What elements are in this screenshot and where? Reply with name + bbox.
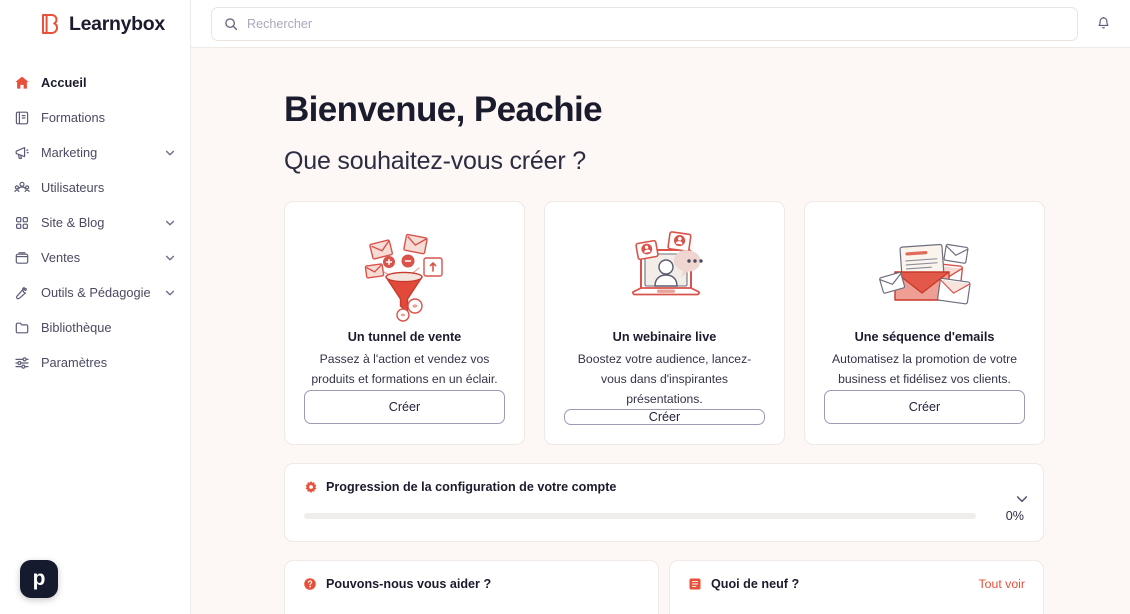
sales-funnel-illustration-icon <box>305 220 504 324</box>
progress-header: Progression de la configuration de votre… <box>304 480 1024 494</box>
folder-icon <box>14 320 30 336</box>
progress-percent-label: 0% <box>1005 509 1024 523</box>
search-icon <box>224 17 238 31</box>
sidebar-item-label: Site & Blog <box>41 215 105 230</box>
main-area: Bienvenue, Peachie Que souhaitez-vous cr… <box>191 0 1130 614</box>
bottom-cards-row: Pouvons-nous vous aider ? Quoi de neuf ?… <box>284 560 1130 614</box>
sidebar-item-site-blog[interactable]: Site & Blog <box>0 205 190 240</box>
chevron-down-icon[interactable] <box>164 252 176 264</box>
whats-new-card: Quoi de neuf ? Tout voir <box>669 560 1044 614</box>
create-button[interactable]: Créer <box>304 389 505 424</box>
sidebar-item-bibliotheque[interactable]: Bibliothèque <box>0 310 190 345</box>
brand-name: Learnybox <box>69 12 165 35</box>
page-content: Bienvenue, Peachie Que souhaitez-vous cr… <box>191 48 1130 614</box>
sidebar-item-outils-pedagogie[interactable]: Outils & Pédagogie <box>0 275 190 310</box>
search-box[interactable] <box>211 6 1078 41</box>
sidebar-nav: Accueil Formations Marketing Utilisateur… <box>0 48 190 380</box>
sidebar-item-label: Bibliothèque <box>41 320 112 335</box>
question-circle-icon <box>303 577 317 591</box>
create-card-webinaire-live[interactable]: Un webinaire live Boostez votre audience… <box>544 201 785 445</box>
page-subtitle: Que souhaitez-vous créer ? <box>284 147 586 175</box>
create-card-description: Automatisez la promotion de votre busine… <box>832 352 1017 386</box>
sidebar-item-label: Accueil <box>41 75 87 90</box>
users-icon <box>14 180 30 196</box>
sidebar-item-label: Utilisateurs <box>41 180 105 195</box>
create-card-sequence-emails[interactable]: Une séquence d'emails Automatisez la pro… <box>804 201 1045 445</box>
chevron-down-icon[interactable] <box>164 217 176 229</box>
newspaper-icon <box>688 577 702 591</box>
help-card-title: Pouvons-nous vous aider ? <box>326 577 492 591</box>
chevron-down-icon[interactable] <box>1015 492 1029 506</box>
whats-new-card-header: Quoi de neuf ? Tout voir <box>688 577 1025 591</box>
app-root: Learnybox Accueil Formations Marketing U… <box>0 0 1130 614</box>
create-cards-row: Un tunnel de vente Passez à l'action et … <box>284 201 1130 445</box>
sidebar-item-label: Formations <box>41 110 106 125</box>
sidebar: Learnybox Accueil Formations Marketing U… <box>0 0 191 614</box>
wallet-icon <box>14 250 30 266</box>
create-card-tunnel-de-vente[interactable]: Un tunnel de vente Passez à l'action et … <box>284 201 525 445</box>
progress-title: Progression de la configuration de votre… <box>326 480 617 494</box>
megaphone-icon <box>14 145 30 161</box>
home-icon <box>14 75 30 91</box>
account-setup-progress-panel: Progression de la configuration de votre… <box>284 463 1044 542</box>
sidebar-item-accueil[interactable]: Accueil <box>0 65 190 100</box>
sidebar-item-label: Paramètres <box>41 355 108 370</box>
create-button[interactable]: Créer <box>824 389 1025 424</box>
sidebar-item-label: Ventes <box>41 250 81 265</box>
support-widget-button[interactable]: p <box>20 560 58 598</box>
sidebar-item-formations[interactable]: Formations <box>0 100 190 135</box>
progress-row: 0% <box>304 509 1024 523</box>
sidebar-item-marketing[interactable]: Marketing <box>0 135 190 170</box>
notification-bell-icon[interactable] <box>1090 11 1116 37</box>
email-sequence-illustration-icon <box>825 220 1024 324</box>
grid-icon <box>14 215 30 231</box>
gear-icon <box>304 480 318 494</box>
chevron-down-icon[interactable] <box>164 287 176 299</box>
sidebar-item-label: Marketing <box>41 145 98 160</box>
see-all-link[interactable]: Tout voir <box>979 577 1025 591</box>
sidebar-item-label: Outils & Pédagogie <box>41 285 151 300</box>
progress-bar <box>304 513 976 519</box>
create-card-title: Un webinaire live <box>612 330 717 344</box>
create-card-description: Boostez votre audience, lancez-vous dans… <box>577 352 752 406</box>
learnybox-b-mark-icon <box>40 13 60 35</box>
sidebar-item-ventes[interactable]: Ventes <box>0 240 190 275</box>
sidebar-item-utilisateurs[interactable]: Utilisateurs <box>0 170 190 205</box>
chevron-down-icon[interactable] <box>164 147 176 159</box>
create-card-description: Passez à l'action et vendez vos produits… <box>311 352 498 386</box>
whats-new-card-title: Quoi de neuf ? <box>711 577 800 591</box>
help-card-header: Pouvons-nous vous aider ? <box>303 577 640 591</box>
topbar <box>191 0 1130 48</box>
support-widget-label: p <box>32 567 46 590</box>
page-title: Bienvenue, Peachie <box>284 90 603 129</box>
sidebar-item-parametres[interactable]: Paramètres <box>0 345 190 380</box>
sliders-icon <box>14 355 30 371</box>
live-webinar-illustration-icon <box>565 220 764 324</box>
brand-logo[interactable]: Learnybox <box>0 0 190 48</box>
create-button[interactable]: Créer <box>564 409 765 426</box>
book-icon <box>14 110 30 126</box>
create-card-title: Un tunnel de vente <box>347 330 462 344</box>
wrench-icon <box>14 285 30 301</box>
search-input[interactable] <box>247 16 1065 31</box>
create-card-title: Une séquence d'emails <box>854 330 995 344</box>
help-card: Pouvons-nous vous aider ? <box>284 560 659 614</box>
